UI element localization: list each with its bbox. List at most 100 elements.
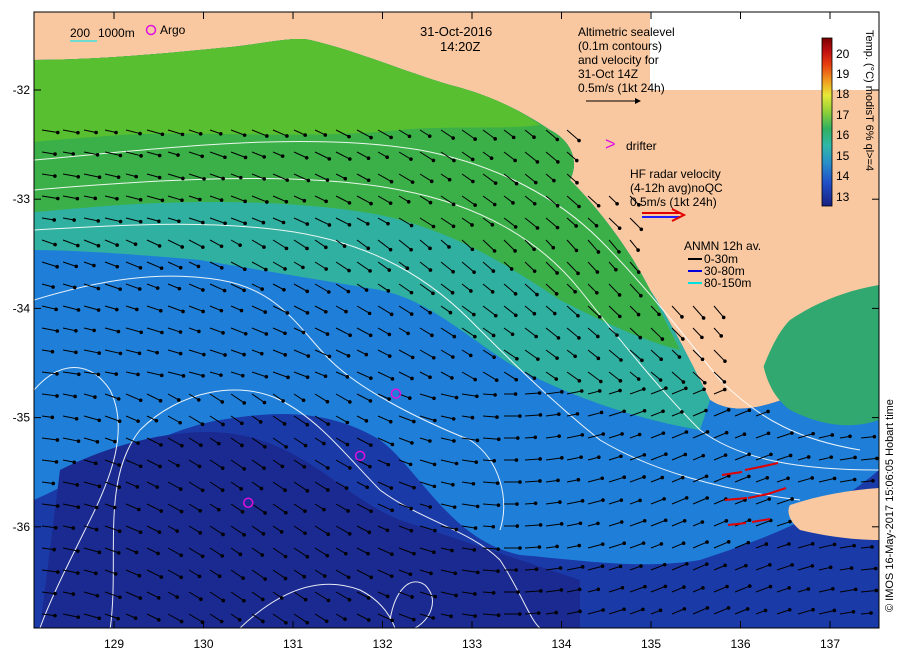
velocity-arrow-head	[220, 400, 225, 404]
velocity-arrow-head	[450, 376, 454, 380]
velocity-arrow-head	[806, 587, 811, 591]
velocity-arrow-head	[136, 507, 141, 512]
velocity-arrow-head	[201, 245, 205, 249]
velocity-arrow-head	[242, 288, 246, 293]
velocity-arrow-head	[74, 264, 79, 269]
velocity-arrow-head	[388, 201, 393, 205]
velocity-arrow-head	[222, 288, 227, 293]
velocity-arrow-head	[279, 530, 284, 534]
velocity-arrow-head	[176, 398, 181, 402]
velocity-arrow-head	[385, 594, 390, 599]
velocity-arrow-head	[428, 375, 432, 380]
velocity-arrow-head	[539, 589, 543, 593]
velocity-arrow-head	[366, 551, 370, 556]
velocity-arrow-head	[76, 505, 81, 509]
velocity-arrow-head	[50, 415, 55, 420]
velocity-arrow-head	[496, 437, 501, 442]
velocity-arrow-head	[681, 337, 685, 341]
velocity-arrow-head	[50, 349, 55, 354]
velocity-arrow-head	[596, 356, 601, 361]
velocity-arrow-head	[578, 609, 582, 614]
velocity-arrow-head	[138, 596, 143, 600]
velocity-arrow-head	[704, 408, 708, 413]
velocity-arrow-head	[199, 597, 203, 602]
velocity-arrow-head	[533, 501, 538, 506]
velocity-arrow-head	[518, 480, 522, 484]
velocity-arrow-head	[513, 158, 517, 163]
velocity-arrow-head	[53, 152, 57, 156]
velocity-arrow-head	[53, 174, 57, 178]
velocity-arrow-head	[265, 134, 269, 138]
velocity-arrow-head	[200, 422, 205, 427]
velocity-arrow-head	[264, 267, 268, 272]
velocity-arrow-head	[513, 392, 518, 396]
velocity-arrow-head	[327, 354, 332, 359]
velocity-arrow-head	[201, 220, 205, 225]
velocity-arrow-head	[658, 608, 663, 613]
velocity-arrow-head	[596, 203, 601, 208]
velocity-arrow-head	[662, 497, 666, 501]
velocity-arrow-head	[156, 618, 161, 622]
velocity-arrow-head	[134, 550, 139, 555]
velocity-arrow-head	[303, 509, 307, 513]
velocity-arrow-head	[556, 478, 560, 483]
lon-tick-label: 137	[820, 637, 840, 651]
velocity-arrow-head	[385, 155, 389, 160]
velocity-arrow-head	[303, 531, 307, 536]
velocity-arrow-head	[828, 565, 833, 570]
velocity-arrow-head	[219, 244, 224, 249]
velocity-arrow-head	[181, 176, 185, 181]
velocity-arrow-head	[390, 618, 395, 623]
velocity-arrow-head	[596, 334, 600, 339]
velocity-arrow-head	[117, 419, 122, 424]
velocity-arrow-head	[364, 288, 369, 292]
velocity-arrow-head	[496, 547, 500, 551]
velocity-arrow-head	[55, 196, 60, 201]
velocity-arrow-head	[304, 155, 309, 160]
velocity-arrow-head	[724, 519, 729, 523]
velocity-arrow-head	[238, 175, 243, 180]
velocity-arrow-head	[722, 387, 727, 392]
velocity-arrow-head	[700, 335, 704, 340]
cb-tick-19: 19	[836, 67, 850, 81]
velocity-arrow-head	[618, 388, 622, 393]
velocity-arrow-head	[684, 562, 689, 566]
velocity-arrow-head	[557, 434, 561, 438]
velocity-arrow-head	[452, 439, 456, 443]
velocity-arrow-head	[157, 153, 162, 158]
velocity-arrow-head	[305, 488, 310, 493]
velocity-arrow-head	[52, 218, 57, 222]
velocity-arrow-head	[428, 268, 433, 272]
velocity-arrow-head	[263, 511, 267, 515]
velocity-arrow-head	[619, 498, 624, 502]
velocity-arrow-head	[555, 203, 560, 208]
velocity-arrow-head	[262, 155, 266, 159]
velocity-arrow-head	[451, 269, 455, 274]
velocity-arrow-head	[622, 607, 626, 612]
velocity-arrow-head	[787, 542, 791, 546]
velocity-arrow-head	[677, 355, 682, 359]
velocity-arrow-head	[535, 160, 540, 164]
velocity-arrow-head	[368, 399, 373, 403]
velocity-arrow-head	[116, 616, 120, 621]
velocity-arrow-head	[574, 224, 578, 228]
altimetry-line-1: Altimetric sealevel	[578, 25, 675, 39]
velocity-arrow-head	[767, 497, 772, 501]
velocity-arrow-head	[283, 488, 287, 492]
velocity-arrow-head	[558, 500, 562, 504]
velocity-arrow-head	[560, 456, 564, 460]
velocity-arrow-head	[702, 387, 706, 392]
velocity-arrow-head	[811, 607, 815, 612]
velocity-arrow-head	[262, 466, 266, 471]
velocity-arrow-head	[742, 432, 747, 436]
velocity-arrow-head	[406, 200, 411, 204]
velocity-arrow-head	[390, 377, 395, 381]
velocity-arrow-head	[305, 311, 310, 315]
velocity-arrow-head	[663, 584, 668, 589]
velocity-arrow-head	[726, 540, 731, 544]
velocity-arrow-head	[532, 201, 537, 206]
velocity-arrow-head	[722, 380, 727, 384]
velocity-arrow-head	[663, 518, 668, 523]
velocity-arrow-head	[283, 267, 287, 271]
velocity-arrow-head	[347, 532, 352, 536]
